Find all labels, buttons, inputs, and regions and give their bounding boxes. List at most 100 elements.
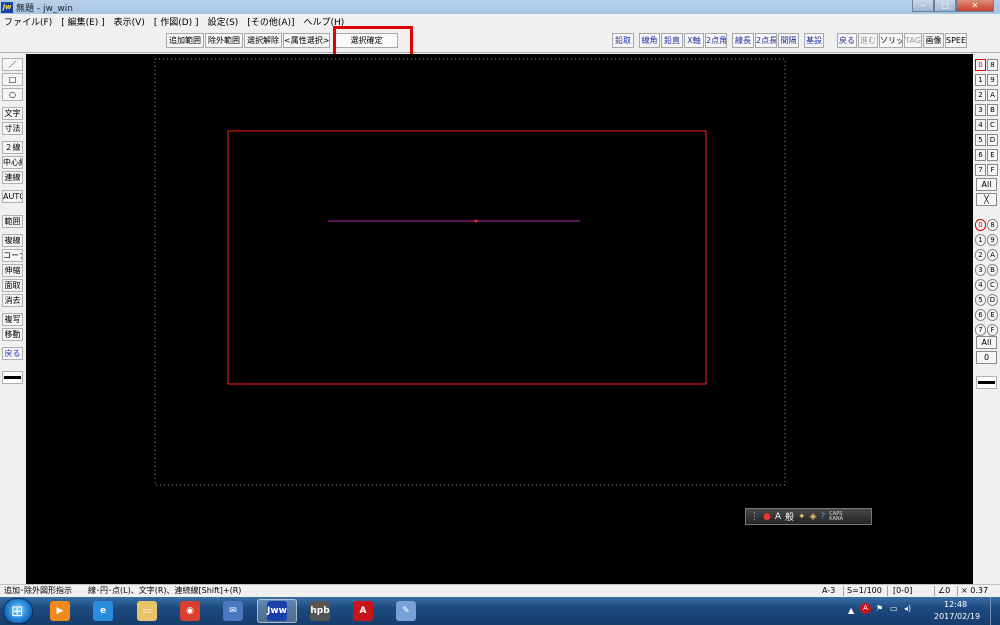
menu-settings[interactable]: 設定(S) — [208, 15, 239, 28]
layer-display[interactable]: [0-0] — [893, 585, 912, 597]
snap-two-point-angle-button[interactable]: 2点角 — [705, 33, 727, 48]
layer-button-1[interactable]: 1 — [975, 234, 986, 246]
line-type-selector[interactable] — [2, 371, 23, 384]
angle-display[interactable]: ∠0 — [938, 585, 950, 597]
dimension-tool-button[interactable]: 寸法 — [2, 122, 23, 135]
network-icon[interactable]: ▭ — [890, 604, 898, 613]
continuous-line-tool-button[interactable]: 連線 — [2, 171, 23, 184]
line-tool-button[interactable]: ／ — [2, 58, 23, 71]
group-button-a[interactable]: A — [987, 89, 998, 101]
taskbar-app-internet-explorer[interactable]: e — [83, 599, 123, 623]
minimize-button[interactable]: ─ — [912, 0, 934, 12]
offset-tool-button[interactable]: 複線 — [2, 234, 23, 247]
ime-help-icon[interactable]: ? — [821, 512, 826, 522]
corner-tool-button[interactable]: コーナー — [2, 249, 23, 262]
group-button-0[interactable]: 0 — [975, 59, 986, 71]
group-button-4[interactable]: 4 — [975, 119, 986, 131]
acrobat-tray-icon[interactable]: A — [860, 603, 871, 614]
drawing-canvas[interactable] — [26, 54, 973, 584]
layer-all-button[interactable]: All — [976, 336, 997, 349]
chamfer-tool-button[interactable]: 面取 — [2, 279, 23, 292]
circle-tool-button[interactable]: ○ — [2, 88, 23, 101]
rectangle-tool-button[interactable]: □ — [2, 73, 23, 86]
layer-button-c[interactable]: C — [987, 279, 998, 291]
text-tool-button[interactable]: 文字 — [2, 107, 23, 120]
group-button-d[interactable]: D — [987, 134, 998, 146]
zoom-display[interactable]: × 0.37 — [961, 585, 988, 597]
solid-button[interactable]: ソリッド — [879, 33, 903, 48]
jw-app-icon[interactable]: jw — [1, 1, 13, 13]
snap-x-axis-button[interactable]: X軸 — [684, 33, 704, 48]
group-button-6[interactable]: 6 — [975, 149, 986, 161]
group-button-7[interactable]: 7 — [975, 164, 986, 176]
taskbar-app-file-explorer[interactable]: ▭ — [127, 599, 167, 623]
base-setting-button[interactable]: 基設 — [804, 33, 824, 48]
group-button-2[interactable]: 2 — [975, 89, 986, 101]
layer-button-8[interactable]: 8 — [987, 219, 998, 231]
tag-button[interactable]: TAG — [904, 33, 922, 48]
group-button-1[interactable]: 1 — [975, 74, 986, 86]
ime-tools-icon[interactable]: ✦ — [798, 512, 806, 522]
layer-button-7[interactable]: 7 — [975, 324, 986, 336]
image-button[interactable]: 画像 — [923, 33, 944, 48]
taskbar-app-thunderbird[interactable]: ✉ — [213, 599, 253, 623]
snap-interval-button[interactable]: 間隔 — [778, 33, 799, 48]
ime-toolbar[interactable]: ⋮ ● A 般 ✦ ◈ ? CAPS KANA — [745, 508, 872, 525]
line-color-selector[interactable] — [976, 376, 997, 389]
ime-pin-icon[interactable]: ● — [763, 512, 771, 522]
layer-button-3[interactable]: 3 — [975, 264, 986, 276]
group-button-5[interactable]: 5 — [975, 134, 986, 146]
copy-tool-button[interactable]: 複写 — [2, 313, 23, 326]
group-button-e[interactable]: E — [987, 149, 998, 161]
speed-button[interactable]: SPEED — [945, 33, 967, 48]
taskbar-app-paint[interactable]: ✎ — [386, 599, 426, 623]
extend-tool-button[interactable]: 伸縮 — [2, 264, 23, 277]
layer-button-9[interactable]: 9 — [987, 234, 998, 246]
layer-button-6[interactable]: 6 — [975, 309, 986, 321]
snap-two-point-length-button[interactable]: 2点長 — [755, 33, 777, 48]
layer-button-a[interactable]: A — [987, 249, 998, 261]
layer-button-f[interactable]: F — [987, 324, 998, 336]
clock-date[interactable]: 2017/02/19 — [934, 612, 980, 621]
snap-vertical-button[interactable]: 鉛直 — [661, 33, 683, 48]
redo-button[interactable]: 進む — [858, 33, 878, 48]
layer-button-4[interactable]: 4 — [975, 279, 986, 291]
center-line-tool-button[interactable]: 中心線 — [2, 156, 23, 169]
group-button-b[interactable]: B — [987, 104, 998, 116]
group-all-button[interactable]: All — [976, 178, 997, 191]
scale-display[interactable]: S=1/100 — [847, 585, 882, 597]
menu-file[interactable]: ファイル(F) — [4, 15, 52, 28]
add-range-button[interactable]: 追加範囲 — [166, 33, 204, 48]
taskbar-app-jw-cad[interactable]: Jww — [257, 599, 297, 623]
close-button[interactable]: ✕ — [956, 0, 994, 12]
ime-input-mode[interactable]: A — [775, 512, 781, 522]
taskbar-app-hpb[interactable]: hpb — [300, 599, 340, 623]
layer-zero-button[interactable]: 0 — [976, 351, 997, 364]
layer-button-2[interactable]: 2 — [975, 249, 986, 261]
group-button-9[interactable]: 9 — [987, 74, 998, 86]
snap-line-angle-button[interactable]: 線角 — [639, 33, 660, 48]
layer-button-e[interactable]: E — [987, 309, 998, 321]
ime-dictionary-mode[interactable]: 般 — [785, 510, 794, 523]
snap-line-length-button[interactable]: 線長 — [732, 33, 754, 48]
maximize-button[interactable]: □ — [934, 0, 956, 12]
layer-button-0[interactable]: 0 — [975, 219, 986, 231]
clear-selection-button[interactable]: 選択解除 — [244, 33, 282, 48]
start-button[interactable] — [3, 598, 33, 624]
move-tool-button[interactable]: 移動 — [2, 328, 23, 341]
volume-icon[interactable]: ◂) — [904, 604, 911, 613]
group-button-3[interactable]: 3 — [975, 104, 986, 116]
taskbar-app-chrome[interactable]: ◉ — [170, 599, 210, 623]
ime-pad-icon[interactable]: ◈ — [810, 512, 817, 522]
layer-button-d[interactable]: D — [987, 294, 998, 306]
erase-tool-button[interactable]: 消去 — [2, 294, 23, 307]
taskbar-app-acrobat[interactable]: A — [343, 599, 383, 623]
double-line-tool-button[interactable]: ２線 — [2, 141, 23, 154]
group-button-c[interactable]: C — [987, 119, 998, 131]
layer-button-b[interactable]: B — [987, 264, 998, 276]
paper-size[interactable]: A-3 — [822, 585, 835, 597]
attribute-select-button[interactable]: <属性選択> — [283, 33, 330, 48]
layer-button-5[interactable]: 5 — [975, 294, 986, 306]
menu-other[interactable]: [その他(A)] — [247, 15, 294, 28]
snap-perpendicular-button[interactable]: 鉛取 — [612, 33, 634, 48]
